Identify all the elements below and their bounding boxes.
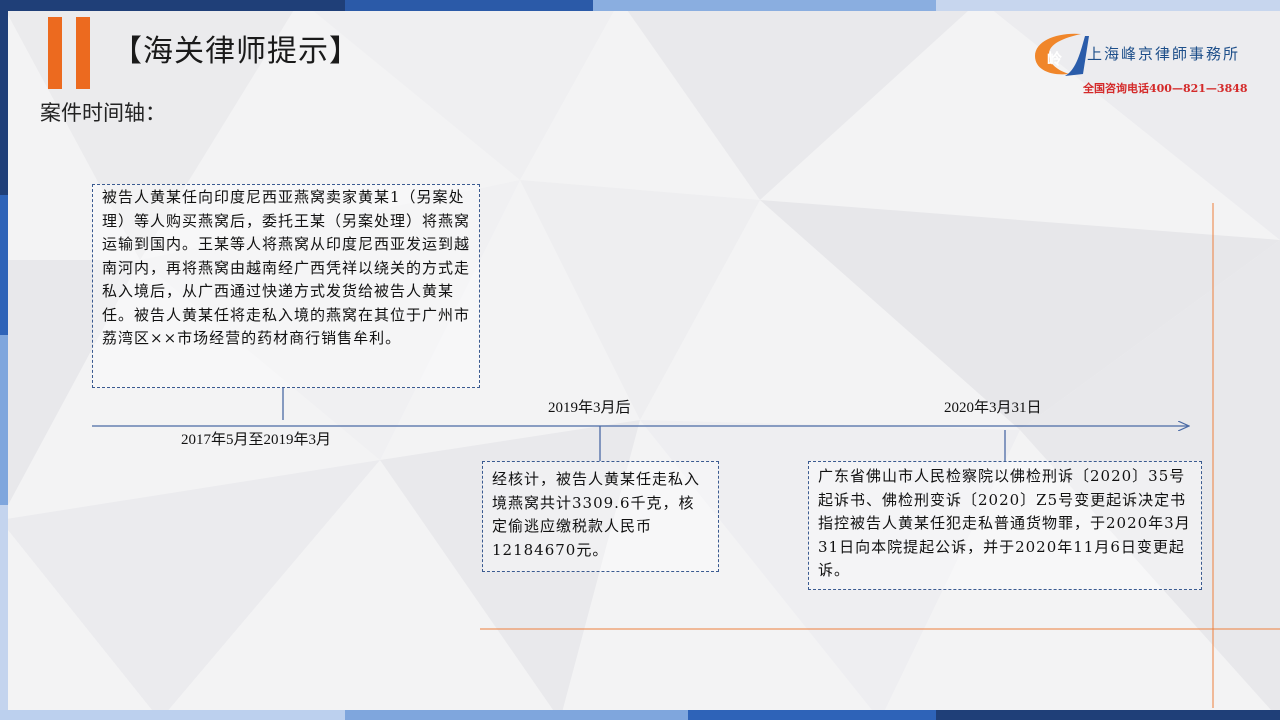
event-description: 经核计，被告人黄某任走私入境燕窝共计3309.6千克，核定偷逃应缴税款人民币12… (482, 461, 719, 572)
event-date: 2017年5月至2019年3月 (181, 432, 332, 448)
event-description: 被告人黄某任向印度尼西亚燕窝卖家黄某1（另案处理）等人购买燕窝后，委托王某（另案… (92, 184, 480, 388)
event-date: 2020年3月31日 (944, 400, 1042, 416)
event-date: 2019年3月后 (548, 400, 631, 416)
event-description: 广东省佛山市人民检察院以佛检刑诉〔2020〕35号起诉书、佛检刑变诉〔2020〕… (808, 461, 1202, 590)
